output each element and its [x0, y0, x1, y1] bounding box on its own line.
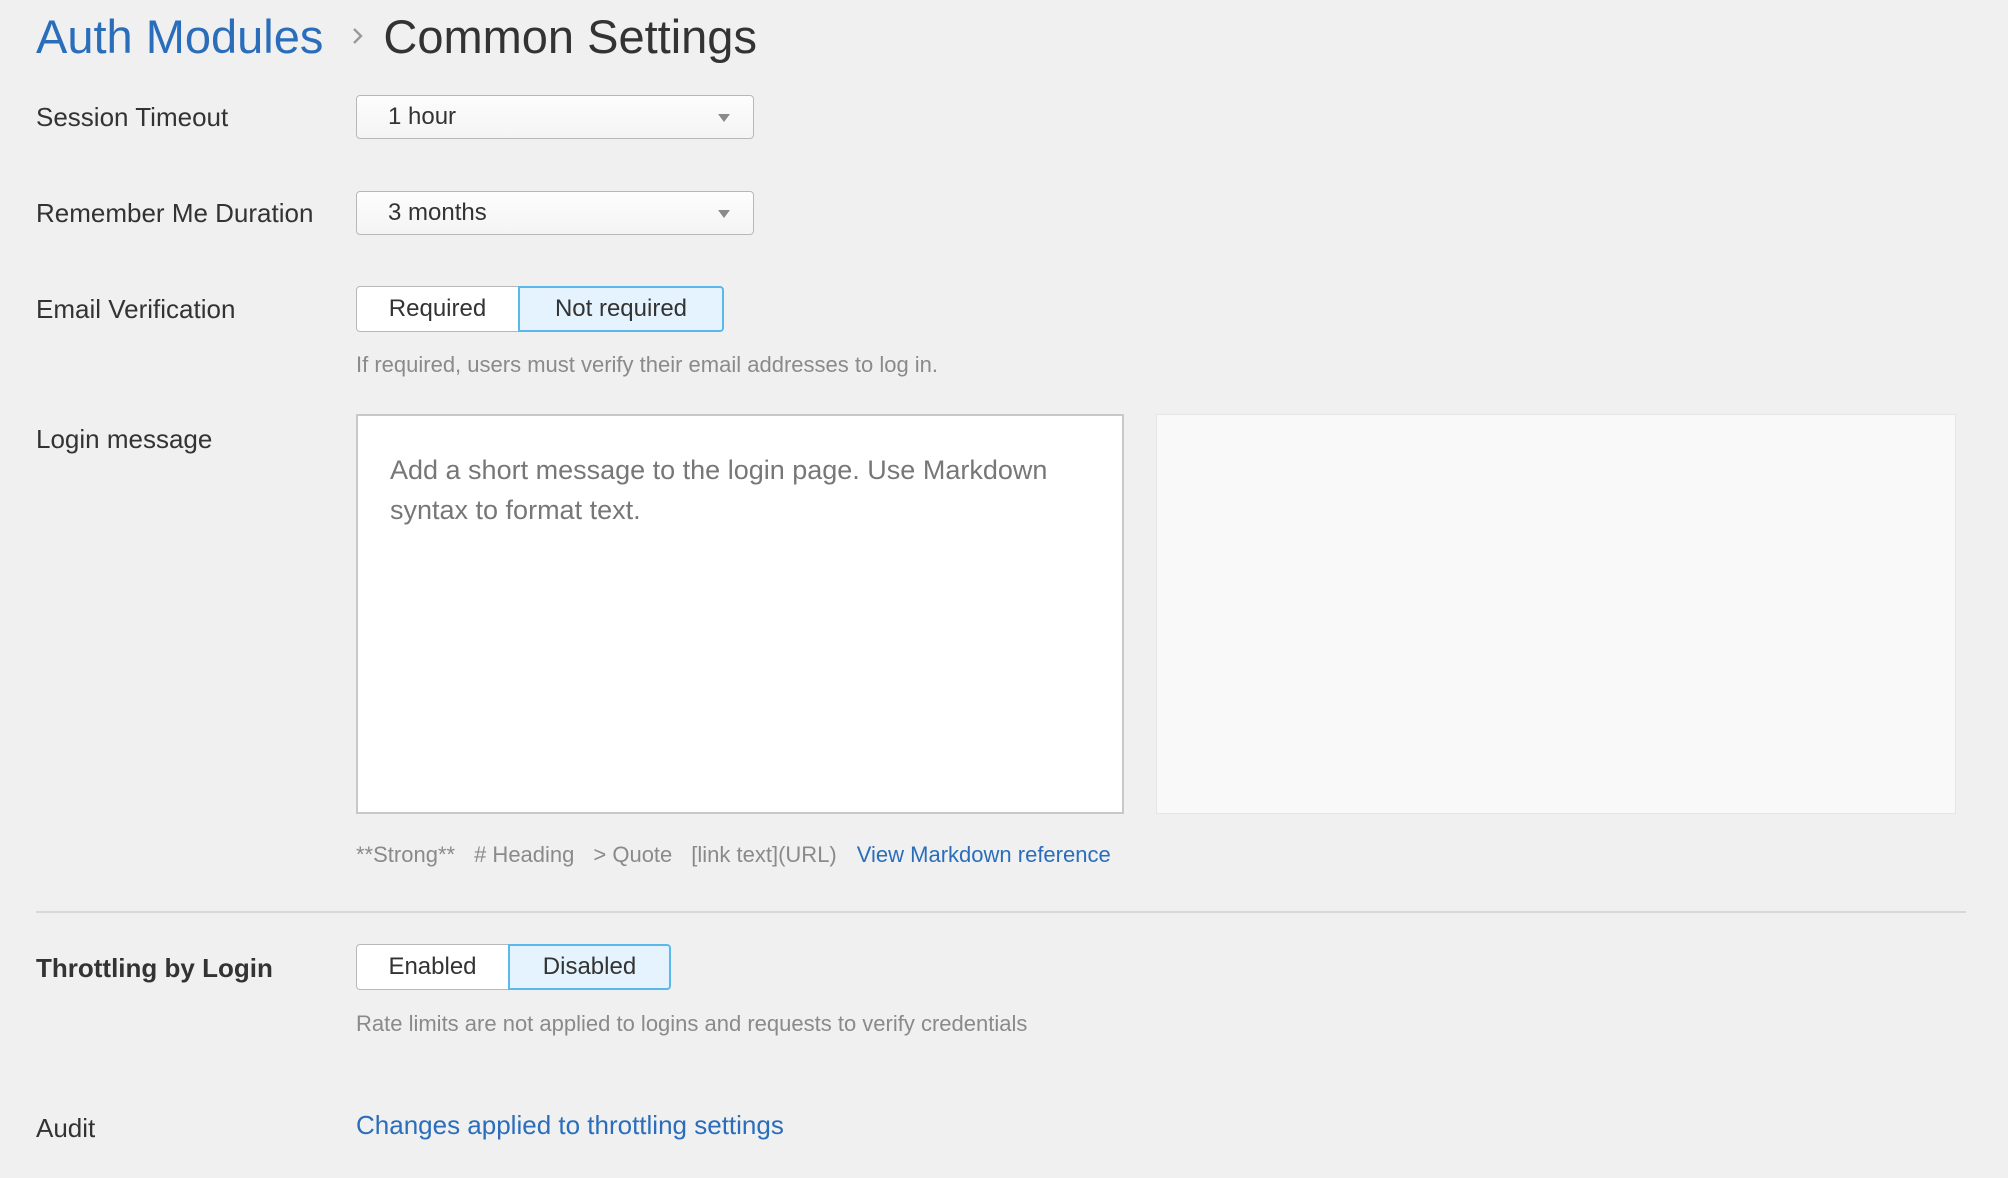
- throttling-disabled-option[interactable]: Disabled: [508, 944, 671, 990]
- throttling-enabled-option[interactable]: Enabled: [356, 944, 509, 990]
- session-timeout-value: 1 hour: [388, 103, 457, 130]
- login-message-label: Login message: [36, 424, 213, 454]
- throttling-help: Rate limits are not applied to logins an…: [356, 1011, 1028, 1036]
- page-title: Common Settings: [383, 9, 757, 63]
- caret-down-icon: [717, 111, 731, 123]
- markdown-hint-quote: > Quote: [593, 842, 673, 867]
- breadcrumb-auth-modules-link[interactable]: Auth Modules: [36, 9, 323, 64]
- throttling-toggle: Enabled Disabled: [356, 944, 671, 990]
- breadcrumb: Auth Modules Common Settings: [36, 6, 757, 66]
- email-verification-label: Email Verification: [36, 294, 236, 324]
- email-verification-not-required-option[interactable]: Not required: [518, 286, 724, 332]
- email-verification-toggle: Required Not required: [356, 286, 724, 332]
- throttling-by-login-label: Throttling by Login: [36, 953, 273, 983]
- session-timeout-label: Session Timeout: [36, 102, 229, 132]
- remember-me-duration-label: Remember Me Duration: [36, 198, 314, 228]
- login-message-placeholder: Add a short message to the login page. U…: [390, 455, 1048, 525]
- audit-throttling-changes-link[interactable]: Changes applied to throttling settings: [356, 1110, 784, 1141]
- markdown-hint-heading: # Heading: [474, 842, 575, 867]
- caret-down-icon: [717, 207, 731, 219]
- session-timeout-select[interactable]: 1 hour: [356, 95, 754, 139]
- view-markdown-reference-link[interactable]: View Markdown reference: [857, 842, 1111, 868]
- markdown-hint-link: [link text](URL): [691, 842, 837, 867]
- email-verification-help: If required, users must verify their ema…: [356, 352, 939, 377]
- login-message-textarea[interactable]: Add a short message to the login page. U…: [356, 414, 1124, 814]
- remember-me-duration-value: 3 months: [388, 199, 487, 226]
- remember-me-duration-select[interactable]: 3 months: [356, 191, 754, 235]
- login-message-preview: [1156, 414, 1956, 814]
- section-divider: [36, 911, 1966, 913]
- markdown-hints: **Strong** # Heading > Quote [link text]…: [356, 838, 1111, 872]
- email-verification-required-option[interactable]: Required: [356, 286, 519, 332]
- chevron-right-icon: [347, 25, 369, 47]
- markdown-hint-strong: **Strong**: [356, 842, 456, 867]
- audit-label: Audit: [36, 1113, 96, 1143]
